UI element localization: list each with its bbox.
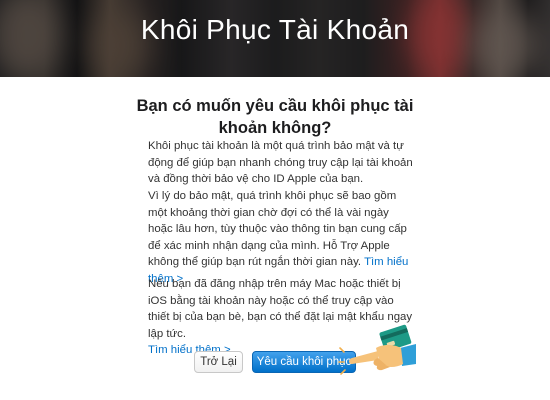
account-recovery-page: Khôi Phục Tài Khoản Bạn có muốn yêu cầu … [0, 0, 550, 400]
intro-paragraph: Khôi phục tài khoản là một quá trình bảo… [148, 140, 413, 186]
recovery-question-heading: Bạn có muốn yêu cầu khôi phục tài khoản … [136, 97, 414, 137]
pointing-hand-with-card-icon [338, 324, 416, 375]
page-title: Khôi Phục Tài Khoản [140, 14, 410, 45]
waiting-period-paragraph: Vì lý do bảo mật, quá trình khôi phục sẽ… [148, 188, 416, 288]
header-banner: Khôi Phục Tài Khoản [0, 0, 550, 77]
back-button[interactable]: Trở Lại [194, 351, 243, 373]
